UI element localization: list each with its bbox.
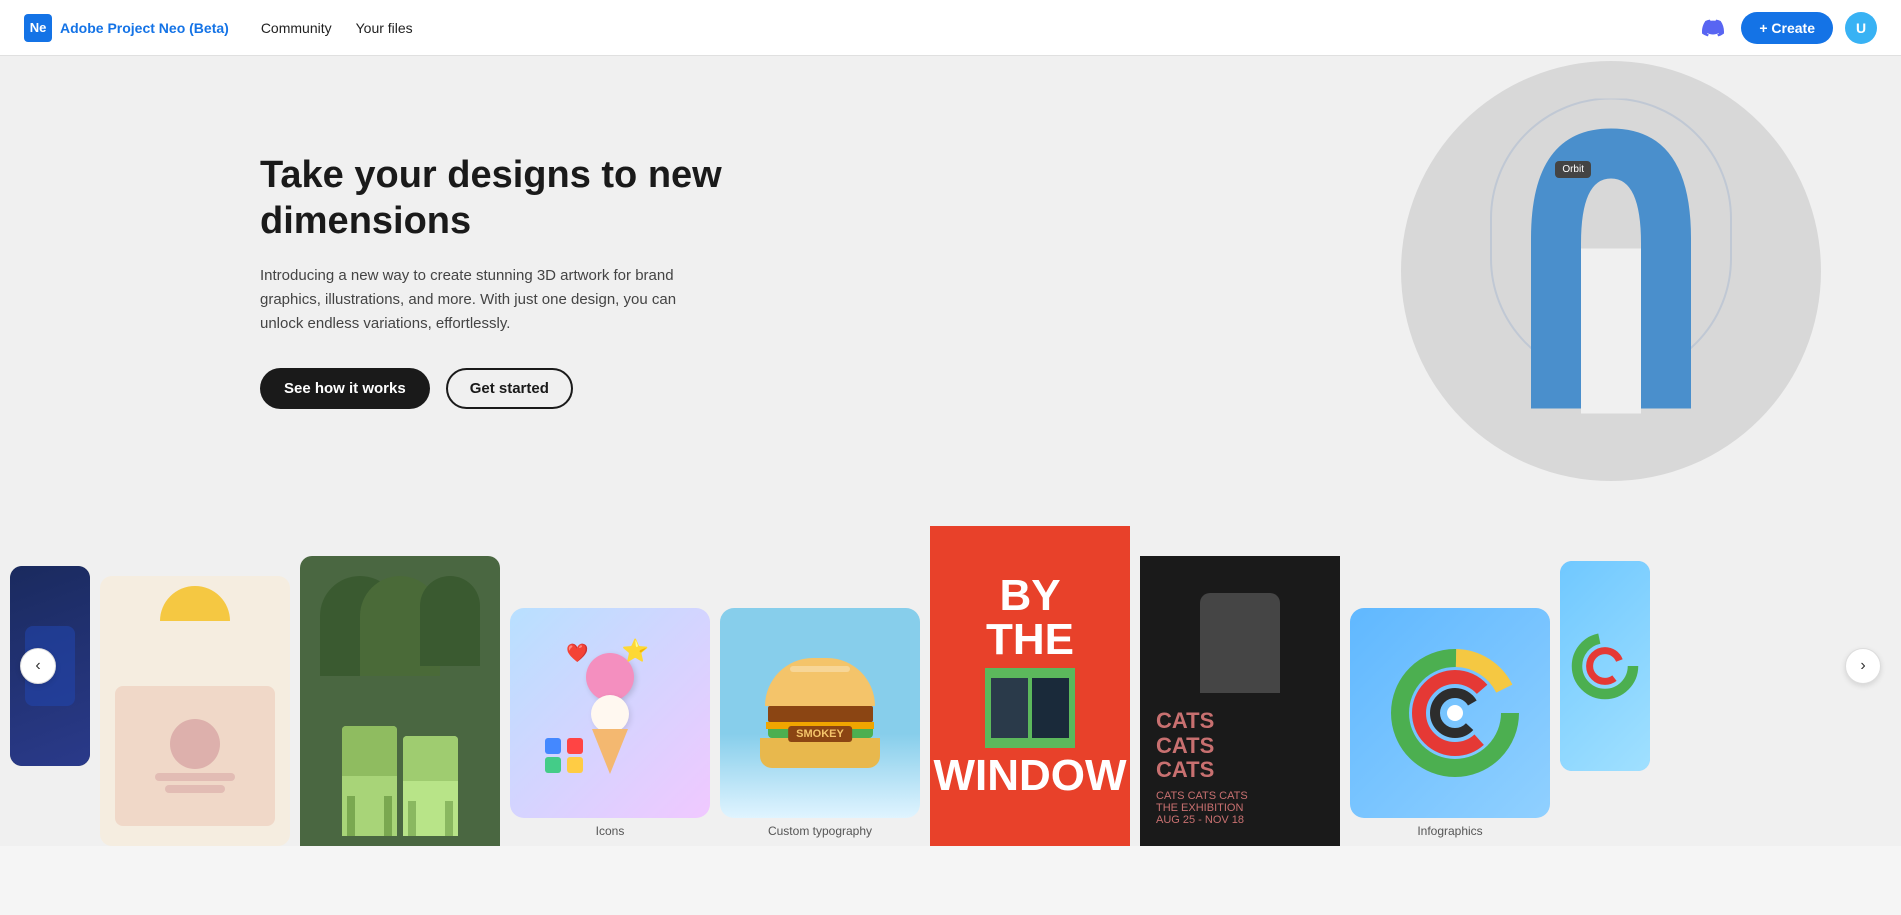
hero-description: Introducing a new way to create stunning…: [260, 264, 720, 336]
logo-text: Adobe Project Neo (Beta): [60, 20, 229, 36]
see-how-it-works-button[interactable]: See how it works: [260, 368, 430, 409]
navbar: Ne Adobe Project Neo (Beta) Community Yo…: [0, 0, 1901, 56]
nav-your-files[interactable]: Your files: [356, 16, 413, 40]
gallery-section: ‹: [0, 486, 1901, 846]
gallery-next-button[interactable]: ›: [1845, 648, 1881, 684]
gallery-card-tshirt: [100, 576, 290, 846]
create-button[interactable]: + Create: [1741, 12, 1833, 44]
hero-buttons: See how it works Get started: [260, 368, 800, 409]
gallery-card-partial-right: [1560, 561, 1650, 771]
discord-icon[interactable]: [1697, 12, 1729, 44]
main-nav: Community Your files: [261, 16, 1698, 40]
infographics-card-label: Infographics: [1350, 818, 1550, 846]
gallery-card-poster: BY THE WINDOW: [930, 526, 1130, 846]
logo[interactable]: Ne Adobe Project Neo (Beta): [24, 14, 229, 42]
hero-title: Take your designs to new dimensions: [260, 153, 800, 244]
gallery-prev-button[interactable]: ‹: [20, 648, 56, 684]
gallery-card-burger: SMOKEY Custom typography: [720, 608, 920, 846]
hero-section: Take your designs to new dimensions Intr…: [0, 56, 1901, 486]
hero-arch: [1471, 99, 1751, 444]
gallery-card-infographics: Infographics: [1350, 608, 1550, 846]
navbar-actions: + Create U: [1697, 12, 1877, 44]
burger-card-label: Custom typography: [720, 818, 920, 846]
cats-subtitle: CATS CATS CATSTHE EXHIBITIONAUG 25 - NOV…: [1156, 790, 1248, 826]
cats-title: CATSCATSCATS: [1156, 709, 1214, 782]
hero-illustration: Orbit: [1201, 56, 1901, 486]
hero-content: Take your designs to new dimensions Intr…: [260, 153, 800, 409]
gallery-card-chairs: [300, 556, 500, 846]
gallery-strip: ‹: [0, 486, 1901, 846]
gallery-card-icons: ❤️ ⭐ Icons: [510, 608, 710, 846]
icons-card-label: Icons: [510, 818, 710, 846]
get-started-button[interactable]: Get started: [446, 368, 573, 409]
nav-community[interactable]: Community: [261, 16, 332, 40]
orbit-label: Orbit: [1555, 161, 1591, 178]
burger-smokey-label: SMOKEY: [788, 726, 852, 742]
avatar[interactable]: U: [1845, 12, 1877, 44]
logo-badge: Ne: [24, 14, 52, 42]
gallery-card-cats: CATSCATSCATS CATS CATS CATSTHE EXHIBITIO…: [1140, 556, 1340, 846]
